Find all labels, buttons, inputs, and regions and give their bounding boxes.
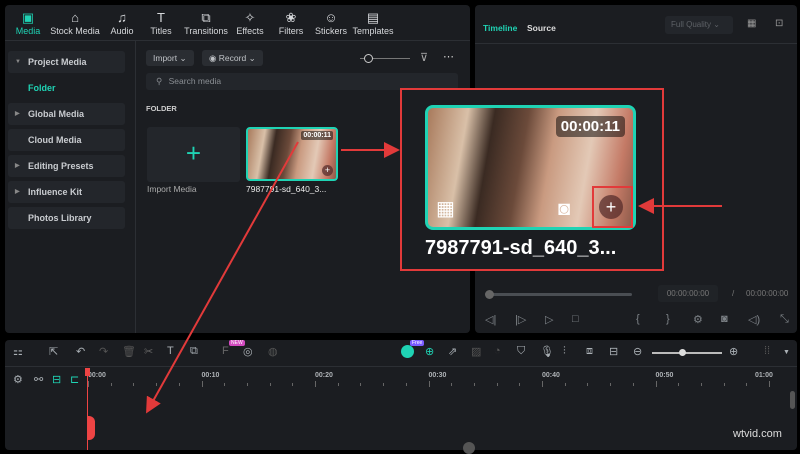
arrow-to-timeline xyxy=(146,141,299,414)
annotation-arrows xyxy=(146,141,722,414)
